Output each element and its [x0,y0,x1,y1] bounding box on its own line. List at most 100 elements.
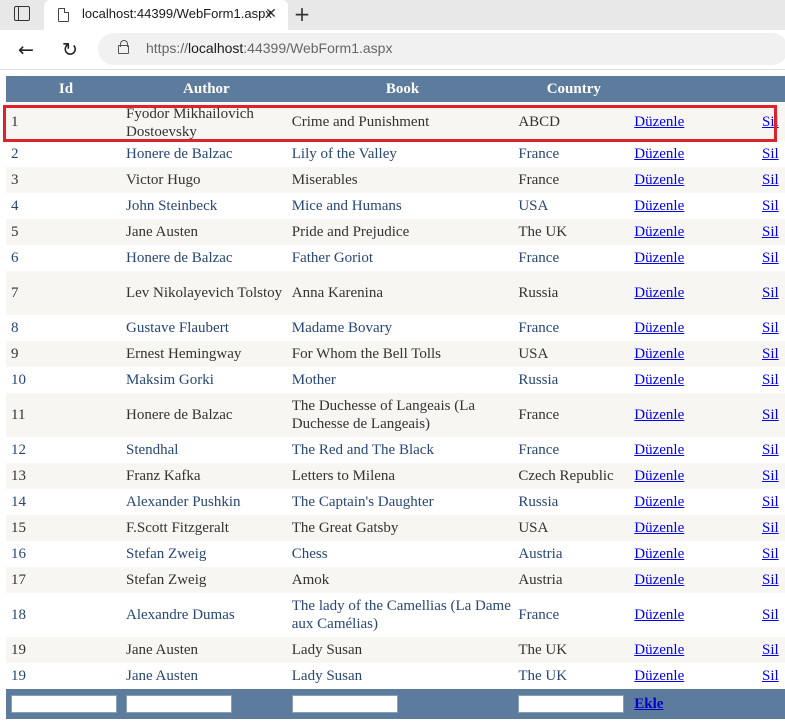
author-cell: Stefan Zweig [125,572,207,588]
delete-link[interactable]: Sil [762,285,779,301]
id-cell: 15 [11,520,26,536]
navigation-bar: ← ↻ https://localhost:44399/WebForm1.asp… [0,30,785,70]
delete-link[interactable]: Sil [762,198,779,214]
address-bar[interactable]: https://localhost:44399/WebForm1.aspx [98,33,785,65]
edit-cell: Düzenle [629,219,757,245]
edit-link[interactable]: Düzenle [634,172,684,188]
country-cell: France [518,172,560,188]
footer-book-cell [287,689,514,719]
table-row: 3 Victor Hugo Miserables France Düzenle Sil [6,167,785,193]
new-book-input[interactable] [291,695,398,714]
table-row: 18 Alexandre Dumas The lady of the Camelli… [6,593,785,637]
delete-cell: Sil [757,193,785,219]
delete-link[interactable]: Sil [762,642,779,658]
window-menu-icon[interactable] [14,6,30,21]
header-country: Country [546,81,601,97]
edit-link[interactable]: Düzenle [634,224,684,240]
close-tab-icon[interactable]: ✕ [262,4,280,24]
delete-link[interactable]: Sil [762,468,779,484]
country-cell: France [518,146,560,162]
grid-footer-row: Ekle [6,689,785,719]
edit-link[interactable]: Düzenle [634,546,684,562]
edit-cell: Düzenle [629,141,757,167]
delete-link[interactable]: Sil [762,442,779,458]
edit-link[interactable]: Düzenle [634,114,684,130]
country-cell: Austria [518,546,563,562]
browser-tab[interactable]: localhost:44399/WebForm1.aspx ✕ [44,0,288,30]
delete-link[interactable]: Sil [762,494,779,510]
country-cell: The UK [518,668,568,684]
delete-link[interactable]: Sil [762,572,779,588]
delete-link[interactable]: Sil [762,668,779,684]
country-cell: The UK [518,224,568,240]
edit-link[interactable]: Düzenle [634,146,684,162]
id-cell: 8 [11,320,19,336]
table-row: 1 Fyodor Mikhailovich Dostoevsky Crime and… [6,102,785,141]
new-id-input[interactable] [11,695,117,714]
edit-link[interactable]: Düzenle [634,442,684,458]
grid-header-row: Id Author Book Country [6,76,785,102]
edit-link[interactable]: Düzenle [634,572,684,588]
delete-link[interactable]: Sil [762,146,779,162]
delete-cell: Sil [757,637,785,663]
delete-link[interactable]: Sil [762,320,779,336]
new-author-input[interactable] [125,695,232,714]
delete-link[interactable]: Sil [762,372,779,388]
back-arrow-icon[interactable]: ← [12,36,40,64]
delete-link[interactable]: Sil [762,546,779,562]
delete-link[interactable]: Sil [762,250,779,266]
edit-link[interactable]: Düzenle [634,407,684,423]
id-cell: 11 [11,407,26,423]
add-link[interactable]: Ekle [634,696,663,712]
id-cell: 16 [11,546,26,562]
url-path: :44399/WebForm1.aspx [243,40,393,56]
edit-link[interactable]: Düzenle [634,468,684,484]
edit-cell: Düzenle [629,315,757,341]
tab-title: localhost:44399/WebForm1.aspx [82,6,272,21]
country-cell: ABCD [518,113,560,130]
author-cell: Jane Austen [125,668,199,684]
edit-link[interactable]: Düzenle [634,520,684,536]
edit-link[interactable]: Düzenle [634,494,684,510]
author-cell: Stefan Zweig [125,546,207,562]
edit-link[interactable]: Düzenle [634,250,684,266]
edit-cell: Düzenle [629,271,757,315]
delete-link[interactable]: Sil [762,407,779,423]
edit-cell: Düzenle [629,541,757,567]
edit-cell: Düzenle [629,637,757,663]
delete-cell: Sil [757,663,785,689]
edit-link[interactable]: Düzenle [634,668,684,684]
country-cell: Russia [518,494,559,510]
lock-icon[interactable] [118,40,129,54]
table-row: 5 Jane Austen Pride and Prejudice The UK Düz… [6,219,785,245]
new-tab-icon[interactable]: + [291,2,313,26]
book-cell: Amok [291,572,330,588]
delete-link[interactable]: Sil [762,172,779,188]
new-country-input[interactable] [518,695,625,714]
edit-link[interactable]: Düzenle [634,346,684,362]
table-row: 19 Jane Austen Lady Susan The UK Düzenle Sil [6,663,785,689]
edit-link[interactable]: Düzenle [634,607,684,623]
id-cell: 18 [11,607,26,623]
reload-icon[interactable]: ↻ [56,36,84,64]
delete-link[interactable]: Sil [762,114,779,130]
table-row: 8 Gustave Flaubert Madame Bovary France Düze… [6,315,785,341]
edit-cell: Düzenle [629,437,757,463]
delete-link[interactable]: Sil [762,607,779,623]
edit-cell: Düzenle [629,167,757,193]
delete-cell: Sil [757,341,785,367]
table-row: 10 Maksim Gorki Mother Russia Düzenle Sil [6,367,785,393]
page-icon [58,8,69,22]
delete-cell: Sil [757,102,785,141]
edit-link[interactable]: Düzenle [634,320,684,336]
edit-link[interactable]: Düzenle [634,198,684,214]
delete-link[interactable]: Sil [762,346,779,362]
author-cell: Jane Austen [125,224,199,240]
edit-link[interactable]: Düzenle [634,372,684,388]
country-cell: USA [518,346,549,362]
table-row: 14 Alexander Pushkin The Captain's Daughte… [6,489,785,515]
delete-link[interactable]: Sil [762,520,779,536]
edit-link[interactable]: Düzenle [634,285,684,301]
edit-link[interactable]: Düzenle [634,642,684,658]
delete-link[interactable]: Sil [762,224,779,240]
